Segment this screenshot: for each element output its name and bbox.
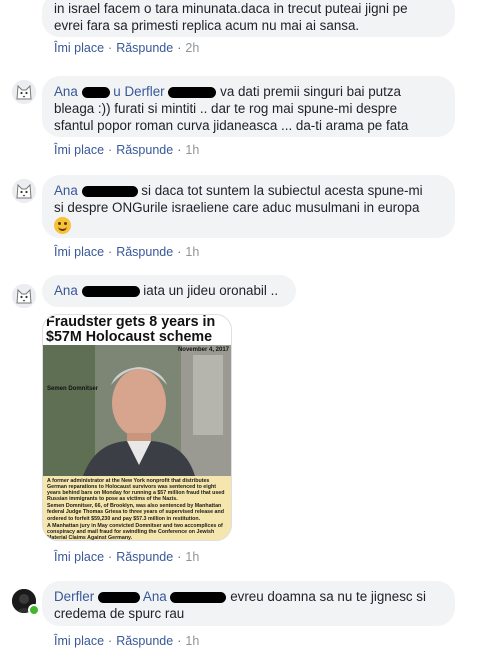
redaction-mark [81,285,140,297]
comment-actions: Îmi place · Răspunde · 1h [54,634,200,648]
avatar[interactable] [12,179,36,203]
comment-author[interactable]: Ana [54,183,78,198]
photo-caption: Semen Domnitser [47,386,99,392]
comment-author[interactable]: Ana [54,283,78,298]
redaction-mark [168,86,217,98]
reply-link[interactable]: Răspunde [116,143,173,157]
cat-avatar-icon [12,80,36,104]
comment-text-line: si despre ONGurile israeliene care aduc … [54,200,420,215]
comment-text: si daca tot suntem la subiectul acesta s… [141,183,423,198]
comment-text-line: sfantul popor roman curva jidaneasca ...… [54,118,409,133]
comment-bubble: Ana u Derfler va dati premii singuri bai… [42,76,455,137]
redaction-mark [81,185,138,197]
comment-time[interactable]: 1h [185,550,199,564]
comment-bubble: in israel facem o tara minunata.daca in … [42,0,455,37]
comment-mention[interactable]: Ana [143,589,167,604]
comment-time[interactable]: 1h [185,634,199,648]
cat-avatar-icon [12,179,36,203]
reply-link[interactable]: Răspunde [116,41,173,55]
like-link[interactable]: Îmi place [54,143,104,157]
comment-text: iata un jideu oronabil .. [143,283,279,298]
comment-time[interactable]: 1h [185,143,199,157]
article-paragraph: Semen Domnitser, 66, of Brooklyn, was al… [47,503,224,522]
avatar[interactable] [12,80,36,104]
comment-text-line: evrei fara sa primesti replica acum nu m… [54,18,360,33]
like-link[interactable]: Îmi place [54,634,104,648]
like-link[interactable]: Îmi place [54,550,104,564]
reply-link[interactable]: Răspunde [116,245,173,259]
like-link[interactable]: Îmi place [54,245,104,259]
attached-image[interactable]: Fraudster gets 8 years in $57M Holocaust… [42,314,232,541]
online-status-icon [28,604,40,616]
comment-text: evreu doamna sa nu te jignesc si [230,589,426,604]
comment-actions: Îmi place · Răspunde · 1h [54,143,200,157]
cat-avatar-icon [12,284,36,308]
comment-actions: Îmi place · Răspunde · 1h [54,245,200,259]
man-photo-icon [43,345,231,476]
news-photo: November 4, 2017 Semen Domnitser [43,345,231,476]
news-date: November 4, 2017 [177,347,229,353]
reply-link[interactable]: Răspunde [116,634,173,648]
comment-actions: Îmi place · Răspunde · 2h [54,41,200,55]
comment-time[interactable]: 1h [185,245,199,259]
news-article: A former administrator at the New York n… [43,476,231,541]
comment-bubble: Derfler Ana evreu doamna sa nu te jignes… [42,581,455,626]
smiley-icon [54,217,71,235]
article-paragraph: A former administrator at the New York n… [47,478,225,503]
headline-line: Fraudster gets 8 years in [46,314,216,330]
comment-author[interactable]: Ana [54,84,78,99]
headline-line: $57M Holocaust scheme [46,329,213,345]
article-paragraph: A Manhattan jury in May convicted Domnit… [47,522,223,541]
comment-time[interactable]: 2h [185,41,199,55]
comment-author[interactable]: u Derfler [113,84,164,99]
redaction-mark [81,86,110,98]
comment-bubble: Ana si daca tot suntem la subiectul aces… [42,175,455,238]
comment-text-line: in israel facem o tara minunata.daca in … [54,1,408,16]
comment-author[interactable]: Derfler [54,589,94,604]
comment-text-line: credema de spurc rau [54,606,185,621]
news-headline: Fraudster gets 8 years in $57M Holocaust… [43,315,231,345]
comment-text: va dati premii singuri bai putza [220,84,401,99]
avatar[interactable] [12,284,36,308]
reply-link[interactable]: Răspunde [116,550,173,564]
comment-bubble: Ana iata un jideu oronabil .. [42,275,296,307]
redaction-mark [97,591,140,603]
redaction-mark [170,591,227,603]
comment-actions: Îmi place · Răspunde · 1h [54,550,200,564]
comment-text-line: bleaga :)) furati si mintiti .. dar te r… [54,101,398,116]
like-link[interactable]: Îmi place [54,41,104,55]
